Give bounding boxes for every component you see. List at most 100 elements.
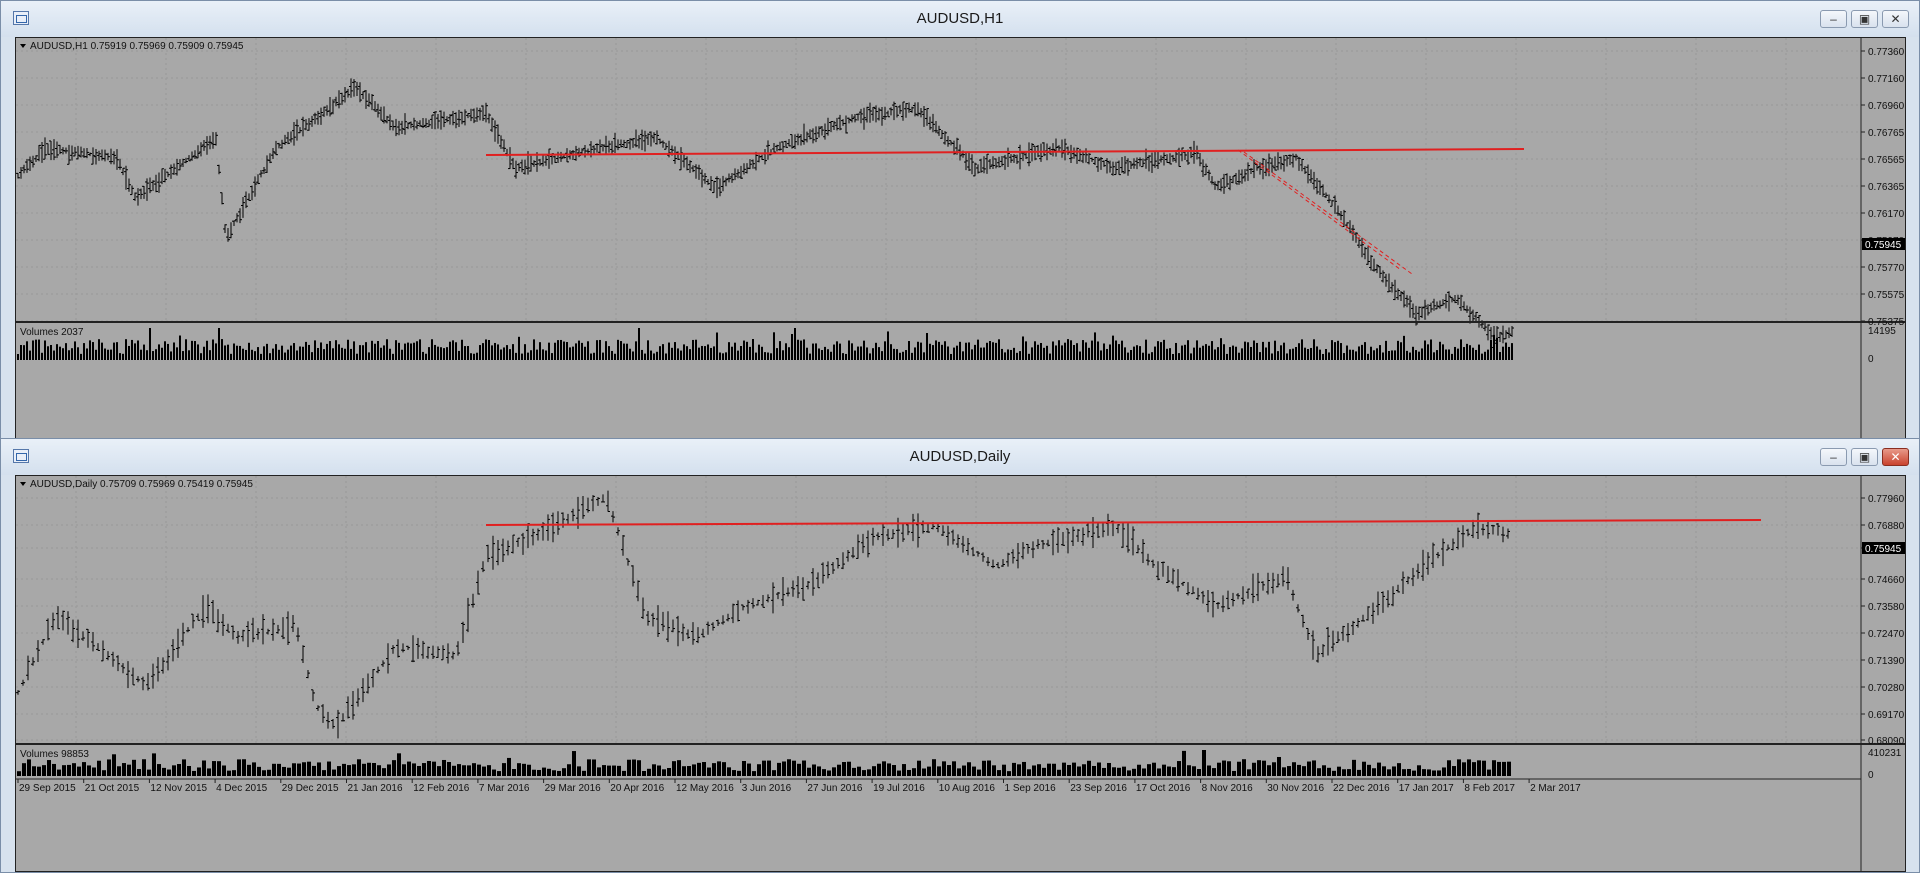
volume-bar [572,346,574,360]
volume-bar [830,351,832,360]
volume-bar [1394,350,1396,360]
volume-bar [218,328,220,360]
volume-bar [1007,771,1011,776]
volume-bar [764,352,766,360]
volume-bar [1280,345,1282,360]
volume-bar [1085,342,1087,360]
volume-bar [26,341,28,360]
volume-bar [197,767,201,776]
chart-canvas-daily[interactable]: 0.77960 0.76880 0.75945 0.74660 0.73580 0.724… [16,476,1906,872]
volume-bar [1427,769,1431,776]
volume-bar [1499,352,1501,360]
close-button[interactable]: ✕ [1882,10,1909,28]
maximize-button[interactable]: ▣ [1851,10,1878,28]
volume-bar [1016,352,1018,360]
chart-canvas-h1[interactable]: 0.77360 0.77160 0.76960 0.76765 0.76565 0.763… [16,38,1906,441]
chart-window-h1[interactable]: AUDUSD,H1 – ▣ ✕ 0.77360 0.77160 0.76960 0.7… [0,0,1920,441]
volume-bar [323,349,325,360]
volume-bar [1397,340,1399,360]
dropdown-triangle-icon[interactable] [20,482,26,486]
volume-bar [761,346,763,360]
volume-bar [902,351,904,360]
volume-bar [125,339,127,360]
volume-bar [492,769,496,776]
current-price-label: 0.75945 [1865,544,1902,555]
price-axis-label: 0.69170 [1868,710,1905,721]
dashed-trendline[interactable] [1237,149,1402,271]
volume-bar [1107,762,1111,776]
window-titlebar[interactable]: AUDUSD,H1 – ▣ ✕ [1,1,1919,37]
price-chart-daily[interactable]: 0.77960 0.76880 0.75945 0.74660 0.73580 0.724… [15,475,1906,872]
volume-bar [252,762,256,776]
volume-bar [797,339,799,360]
volume-bar [787,759,791,776]
volume-bar [617,765,621,776]
volume-bar [1229,347,1231,360]
volume-bar [217,761,221,776]
window-titlebar[interactable]: AUDUSD,Daily – ▣ ✕ [1,439,1919,475]
volume-bar [687,766,691,776]
volume-bar [74,341,76,360]
price-chart-h1[interactable]: 0.77360 0.77160 0.76960 0.76765 0.76565 0.763… [15,37,1906,441]
volume-bar [1167,766,1171,776]
volume-bar [356,353,358,360]
volume-bar [872,348,874,360]
time-axis-label: 30 Nov 2016 [1267,783,1324,794]
volume-bar [443,348,445,360]
volume-bar [747,763,751,776]
volume-bar [1152,762,1156,776]
volume-bar [29,350,31,360]
close-button[interactable]: ✕ [1882,448,1909,466]
volume-bar [517,763,521,776]
volume-bar [998,339,1000,360]
volume-bar [642,770,646,776]
volume-bar [713,346,715,360]
volume-bar [116,342,118,360]
volume-bar [412,763,416,776]
volume-bar [1154,346,1156,360]
volume-bar [132,759,136,776]
volume-bar [1301,339,1303,360]
volume-bar [815,343,817,360]
volume-bar [1070,340,1072,360]
volume-bar [851,343,853,360]
volume-bar [377,765,381,776]
volume-bar [173,342,175,360]
volume-bar [773,332,775,360]
volume-bar [1407,768,1411,776]
volume-bar [942,761,946,776]
volume-bar [667,767,671,776]
volume-bar [287,349,289,360]
volume-bar [322,770,326,776]
volume-bar [338,344,340,360]
minimize-button[interactable]: – [1820,448,1847,466]
volume-bar [1115,340,1117,360]
volume-bar [818,348,820,360]
volume-bar [920,342,922,360]
volume-bar [1166,348,1168,360]
volume-bar [722,762,726,776]
volume-bar [914,347,916,360]
volume-bar [782,761,786,776]
volume-bar [1031,347,1033,360]
volume-bar [194,341,196,360]
minimize-button[interactable]: – [1820,10,1847,28]
volume-bar [608,346,610,360]
volume-bar [425,353,427,360]
volume-bar [1313,339,1315,360]
volume-bar [462,765,466,776]
chart-window-daily[interactable]: AUDUSD,Daily – ▣ ✕ 0.77960 0.76880 0.75945… [0,438,1920,873]
volume-bar [1252,762,1256,776]
volume-bar [267,769,271,776]
dropdown-triangle-icon[interactable] [20,44,26,48]
maximize-button[interactable]: ▣ [1851,448,1878,466]
volume-bar [1302,766,1306,776]
volume-bar [1373,350,1375,360]
volume-bar [307,761,311,776]
volume-bar [472,763,476,776]
volume-bar [1340,343,1342,360]
volume-bar [257,766,261,776]
volume-bar [1010,349,1012,360]
volume-bar [1325,349,1327,360]
volume-bar [597,767,601,776]
